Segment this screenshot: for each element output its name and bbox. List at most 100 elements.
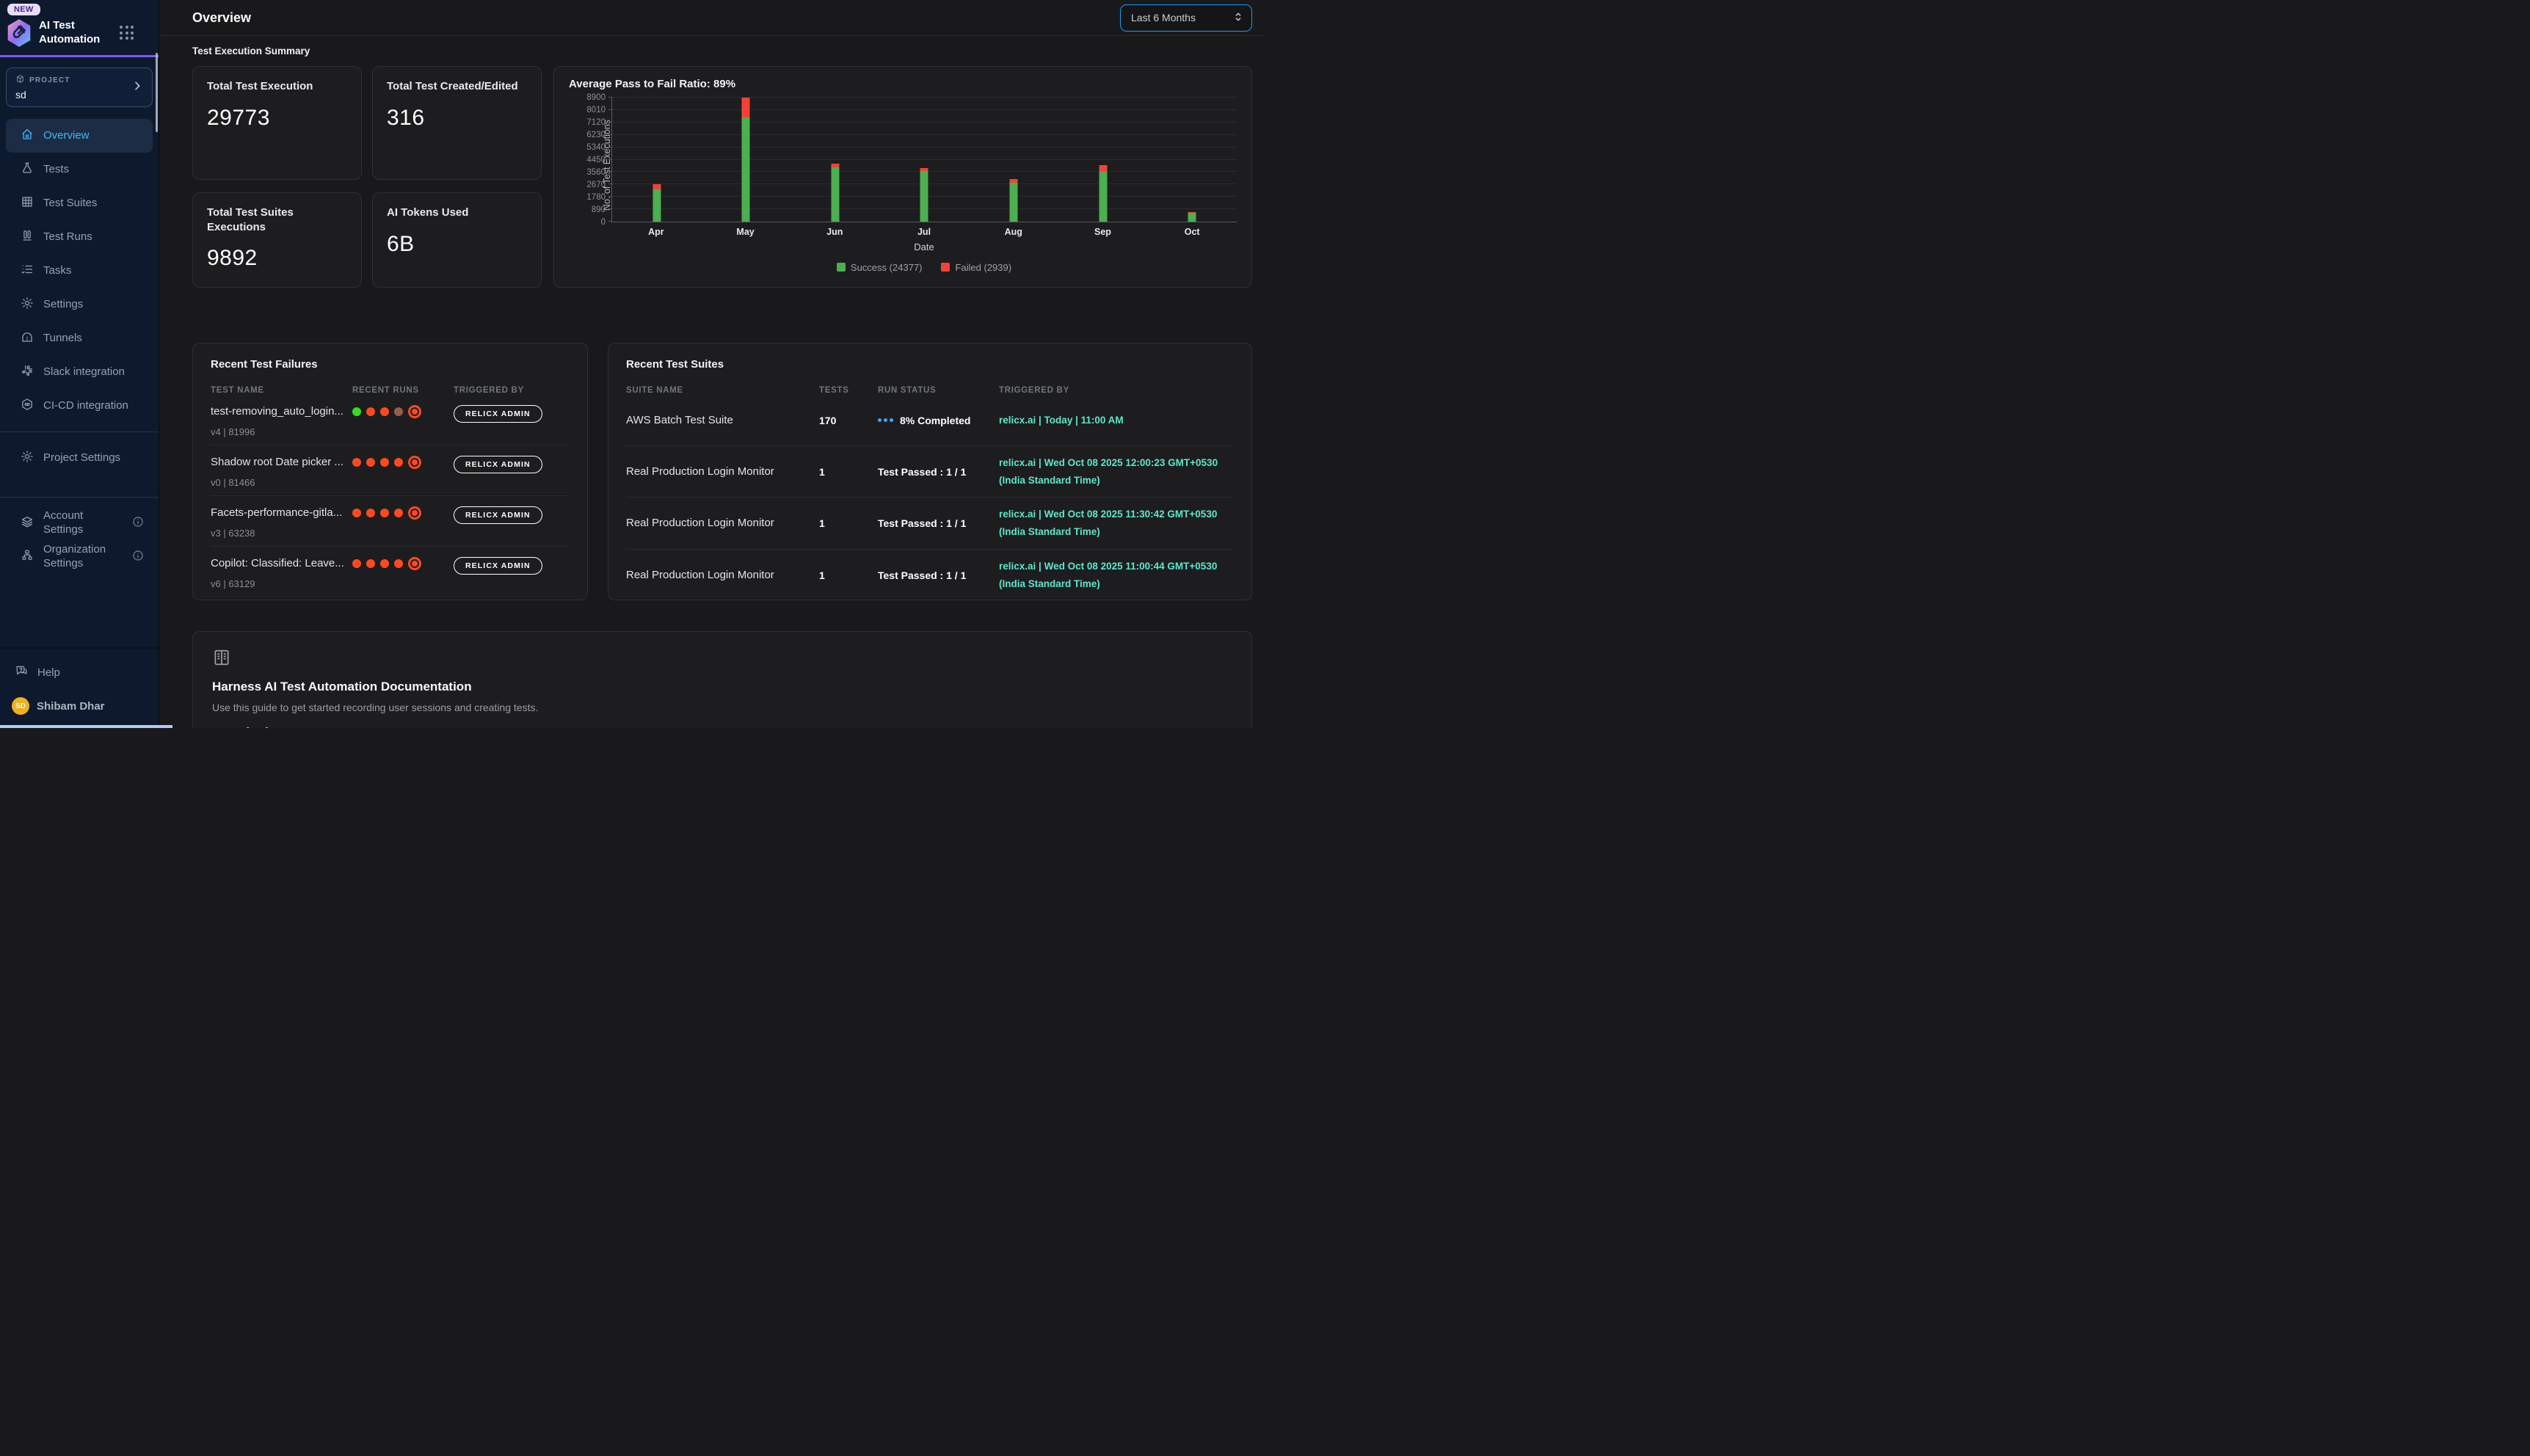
suite-name[interactable]: Real Production Login Monitor	[626, 569, 819, 581]
documentation-card: Harness AI Test Automation Documentation…	[192, 631, 1252, 728]
run-dot-red-icon[interactable]	[366, 559, 375, 568]
date-range-select[interactable]: Last 6 Months	[1120, 4, 1252, 32]
suite-row[interactable]: AWS Batch Test Suite1708% Completedrelic…	[626, 395, 1234, 446]
run-dot-red-icon[interactable]	[394, 458, 403, 467]
pass-fail-chart-card: Average Pass to Fail Ratio: 89% No. of T…	[553, 66, 1252, 288]
run-status: 8% Completed	[878, 415, 999, 426]
latest-run-ring-icon[interactable]	[412, 510, 418, 516]
info-icon[interactable]	[132, 550, 144, 564]
sidebar-item-slack-integration[interactable]: Slack integration	[6, 355, 153, 389]
suite-row[interactable]: Real Production Login Monitor1Test Passe…	[626, 550, 1234, 601]
suite-triggered-by-link[interactable]: relicx.ai | Wed Oct 08 2025 12:00:23 GMT…	[999, 454, 1234, 489]
run-dot-red-icon[interactable]	[352, 509, 361, 517]
run-dot-red-icon[interactable]	[366, 407, 375, 416]
run-status: Test Passed : 1 / 1	[878, 466, 999, 478]
suite-row[interactable]: Real Production Login Monitor1Test Passe…	[626, 446, 1234, 498]
legend-swatch-icon	[837, 263, 846, 272]
test-name[interactable]: test-removing_auto_login...	[211, 405, 352, 418]
legend-item: Failed (2939)	[941, 262, 1011, 273]
suites-header-row: SUITE NAMETESTSRUN STATUSTRIGGERED BY	[626, 386, 1234, 395]
run-dot-red-icon[interactable]	[394, 559, 403, 568]
sidebar-item-test-runs[interactable]: Test Runs	[6, 220, 153, 254]
run-dot-red-icon[interactable]	[366, 458, 375, 467]
run-dot-red-icon[interactable]	[352, 458, 361, 467]
sidebar-item-settings[interactable]: Settings	[6, 288, 153, 321]
stat-card-total-test-execution: Total Test Execution 29773	[192, 66, 362, 180]
suite-triggered-by-link[interactable]: relicx.ai | Wed Oct 08 2025 11:30:42 GMT…	[999, 506, 1234, 540]
sidebar-item-label: Tasks	[43, 264, 144, 278]
bar-group-jul	[880, 98, 970, 222]
chart-title: Average Pass to Fail Ratio: 89%	[569, 78, 1237, 90]
run-dot-red-icon[interactable]	[380, 509, 389, 517]
run-dot-red-icon[interactable]	[366, 509, 375, 517]
sidebar-item-tunnels[interactable]: Tunnels	[6, 321, 153, 355]
suite-triggered-by-link[interactable]: relicx.ai | Wed Oct 08 2025 11:00:44 GMT…	[999, 558, 1234, 592]
stat-value: 316	[387, 106, 527, 131]
sidebar-item-tasks[interactable]: Tasks	[6, 254, 153, 288]
sidebar-divider	[0, 497, 159, 498]
latest-run-ring-icon[interactable]	[412, 409, 418, 415]
triggered-by-button[interactable]: RELICX ADMIN	[454, 456, 542, 473]
test-name[interactable]: Facets-performance-gitla...	[211, 506, 352, 519]
documentation-icon	[212, 658, 231, 670]
sidebar-item-label: Settings	[43, 298, 144, 312]
stat-label: Total Test Execution	[207, 79, 347, 94]
run-dot-red-icon[interactable]	[394, 509, 403, 517]
run-dot-red-icon[interactable]	[380, 559, 389, 568]
project-selector[interactable]: PROJECT sd	[6, 68, 153, 107]
latest-run-ring-icon[interactable]	[412, 561, 418, 567]
sidebar-item-test-suites[interactable]: Test Suites	[6, 186, 153, 220]
run-dot-green-icon[interactable]	[352, 407, 361, 416]
run-dot-red-icon[interactable]	[380, 458, 389, 467]
run-dot-red-icon[interactable]	[380, 407, 389, 416]
stat-value: 29773	[207, 106, 347, 131]
suite-tests-count: 1	[819, 466, 878, 478]
triggered-by-button[interactable]: RELICX ADMIN	[454, 405, 542, 423]
apps-grid-icon[interactable]	[120, 26, 134, 40]
sidebar-item-label: Overview	[43, 129, 144, 143]
bar-group-sep	[1058, 98, 1148, 222]
triggered-by-button[interactable]: RELICX ADMIN	[454, 557, 542, 575]
suite-name[interactable]: Real Production Login Monitor	[626, 517, 819, 529]
success-bar-aug	[1010, 183, 1018, 222]
layers-icon	[21, 515, 34, 531]
x-tick-label: Sep	[1058, 227, 1148, 237]
sidebar-item-account-settings[interactable]: Account Settings	[6, 506, 153, 540]
y-tick-label: 8010	[586, 106, 606, 114]
run-dot-red-icon[interactable]	[352, 559, 361, 568]
suite-name[interactable]: AWS Batch Test Suite	[626, 414, 819, 426]
sidebar-item-project-settings[interactable]: Project Settings	[6, 441, 153, 475]
user-menu[interactable]: SD Shibam Dhar	[0, 688, 159, 724]
legend-label: Success (24377)	[851, 262, 923, 273]
failed-bar-may	[742, 98, 750, 117]
failure-row[interactable]: test-removing_auto_login...v4 | 81996REL…	[211, 395, 570, 445]
sidebar-item-tests[interactable]: Tests	[6, 153, 153, 186]
failure-row[interactable]: Shadow root Date picker ...v0 | 81466REL…	[211, 445, 570, 496]
x-tick-label: May	[701, 227, 790, 237]
triggered-by-button[interactable]: RELICX ADMIN	[454, 506, 542, 524]
suite-triggered-by-link[interactable]: relicx.ai | Today | 11:00 AM	[999, 412, 1234, 429]
run-status: Test Passed : 1 / 1	[878, 569, 999, 581]
sidebar-item-overview[interactable]: Overview	[6, 119, 153, 153]
go-to-docs-link[interactable]: Go to the docs →	[212, 727, 300, 728]
y-tick-label: 5340	[586, 143, 606, 152]
test-name[interactable]: Copilot: Classified: Leave...	[211, 557, 352, 569]
info-icon[interactable]	[132, 516, 144, 531]
sidebar-item-organization-settings[interactable]: Organization Settings	[6, 540, 153, 574]
sidebar-item-ci-cd-integration[interactable]: CI-CD integration	[6, 389, 153, 423]
failure-row[interactable]: Facets-performance-gitla...v3 | 63238REL…	[211, 496, 570, 547]
failure-row[interactable]: Copilot: Classified: Leave...v6 | 63129R…	[211, 547, 570, 597]
latest-run-ring-icon[interactable]	[412, 459, 418, 465]
sidebar-scrollbar[interactable]	[156, 53, 158, 132]
y-tick-label: 7120	[586, 118, 606, 127]
run-dot-brown-icon[interactable]	[394, 407, 403, 416]
sidebar-item-label: Slack integration	[43, 365, 144, 379]
sidebar-item-help[interactable]: Help	[0, 656, 159, 688]
suite-row[interactable]: Real Production Login Monitor1Test Passe…	[626, 498, 1234, 549]
cube-icon	[15, 74, 25, 86]
gear-icon	[21, 296, 34, 313]
run-status-text: Test Passed : 1 / 1	[878, 466, 966, 478]
suite-name[interactable]: Real Production Login Monitor	[626, 465, 819, 478]
new-badge: NEW	[7, 4, 40, 15]
test-name[interactable]: Shadow root Date picker ...	[211, 456, 352, 468]
